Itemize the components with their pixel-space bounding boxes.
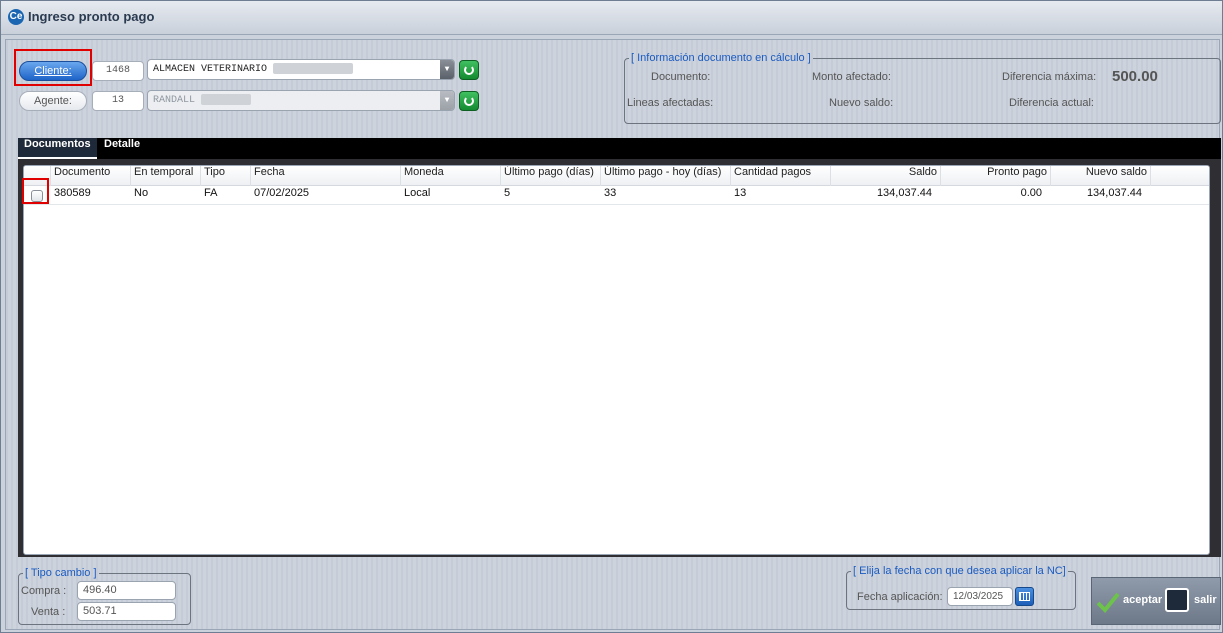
agente-select[interactable]: RANDALL ▼ (147, 90, 455, 111)
exit-icon[interactable] (1165, 588, 1189, 612)
fecha-aplicacion-label: Fecha aplicación: (857, 591, 943, 603)
documento-label: Documento: (651, 71, 711, 83)
calendar-button[interactable] (1015, 587, 1034, 606)
cliente-name: ALMACEN VETERINARIO (153, 64, 268, 75)
cliente-refresh-button[interactable] (459, 60, 479, 80)
info-group-legend: [ Información documento en cálculo ] (631, 52, 811, 64)
lineas-afectadas-label: Lineas afectadas: (627, 97, 714, 109)
fecha-aplicacion-field[interactable]: 12/03/2025 (947, 587, 1013, 606)
fecha-aplicacion-legend: [ Elija la fecha con que desea aplicar l… (853, 565, 1066, 577)
chevron-down-icon[interactable]: ▼ (440, 91, 454, 110)
app-logo-icon: Ce (8, 9, 24, 25)
compra-field[interactable]: 496.40 (77, 581, 176, 600)
cell-cantidad-pagos: 13 (734, 187, 747, 199)
monto-afectado-label: Monto afectado: (812, 71, 891, 83)
compra-label: Compra : (21, 585, 67, 597)
cell-documento: 380589 (54, 187, 91, 199)
tab-documentos[interactable]: Documentos (18, 138, 97, 159)
redacted-mark (273, 62, 354, 74)
nuevo-saldo-label: Nuevo saldo: (829, 97, 894, 109)
cliente-select[interactable]: ALMACEN VETERINARIO ▼ (147, 59, 455, 80)
calendar-icon (1019, 592, 1030, 601)
agente-refresh-button[interactable] (459, 91, 479, 111)
window: Ce Ingreso pronto pago Cliente: 1468 ALM… (0, 0, 1223, 633)
salir-button[interactable]: salir (1194, 594, 1217, 606)
venta-field[interactable]: 503.71 (77, 602, 176, 621)
cell-nuevo-saldo: 134,037.44 (1086, 187, 1142, 199)
checkbox-highlight (22, 178, 49, 204)
window-title: Ingreso pronto pago (28, 9, 155, 24)
column-header[interactable]: Pronto pago (941, 166, 1051, 186)
cell-ultimo-pago: 5 (504, 187, 511, 199)
diferencia-actual-label: Diferencia actual: (1009, 97, 1094, 109)
cell-saldo: 134,037.44 (876, 187, 932, 199)
refresh-icon (464, 96, 474, 106)
cell-moneda: Local (404, 187, 431, 199)
column-header[interactable]: Cantidad pagos (731, 166, 831, 186)
column-header[interactable]: Moneda (401, 166, 501, 186)
cliente-button[interactable]: Cliente: (19, 61, 87, 81)
column-header[interactable]: Fecha (251, 166, 401, 186)
table-row[interactable]: 380589 No FA 07/02/2025 Local 5 33 13 13… (24, 187, 1209, 205)
aceptar-button[interactable]: aceptar (1123, 594, 1162, 606)
agente-name: RANDALL (153, 95, 196, 106)
column-header[interactable]: Último pago (días) (501, 166, 601, 186)
chevron-down-icon[interactable]: ▼ (440, 60, 454, 79)
cell-en-temporal: No (134, 187, 149, 199)
diferencia-maxima-value: 500.00 (1112, 68, 1158, 85)
agente-button[interactable]: Agente: (19, 91, 87, 111)
title-bar: Ce Ingreso pronto pago (1, 1, 1222, 35)
cell-tipo: FA (204, 187, 218, 199)
agente-code-field[interactable]: 13 (92, 91, 144, 111)
cell-ultimo-pago-hoy: 33 (604, 187, 617, 199)
diferencia-maxima-label: Diferencia máxima: (1002, 71, 1097, 83)
venta-label: Venta : (31, 606, 66, 618)
grid-header: Documento En temporal Tipo Fecha Moneda … (24, 166, 1209, 186)
documents-grid: Documento En temporal Tipo Fecha Moneda … (23, 165, 1210, 555)
documents-grid-frame: Documento En temporal Tipo Fecha Moneda … (18, 159, 1221, 557)
tab-detalle[interactable]: Detalle (98, 138, 146, 159)
main-panel: Cliente: 1468 ALMACEN VETERINARIO ▼ Agen… (5, 39, 1221, 630)
checkmark-icon[interactable] (1096, 590, 1120, 614)
tipo-cambio-legend: [ Tipo cambio ] (25, 567, 97, 579)
tab-bar: Documentos Detalle (18, 138, 1221, 159)
cliente-code-field[interactable]: 1468 (92, 61, 144, 81)
column-header[interactable]: Tipo (201, 166, 251, 186)
cell-fecha: 07/02/2025 (254, 187, 310, 199)
column-header[interactable]: En temporal (131, 166, 201, 186)
column-header[interactable]: Nuevo saldo (1051, 166, 1151, 186)
column-header[interactable]: Último pago - hoy (días) (601, 166, 731, 186)
info-documento-group: [ Información documento en cálculo ] (624, 52, 1221, 124)
column-header[interactable]: Saldo (831, 166, 941, 186)
cell-pronto-pago: 0.00 (1020, 187, 1042, 199)
redacted-mark (201, 93, 252, 105)
column-header[interactable]: Documento (51, 166, 131, 186)
refresh-icon (464, 65, 474, 75)
action-bar: aceptar salir (1091, 577, 1221, 625)
